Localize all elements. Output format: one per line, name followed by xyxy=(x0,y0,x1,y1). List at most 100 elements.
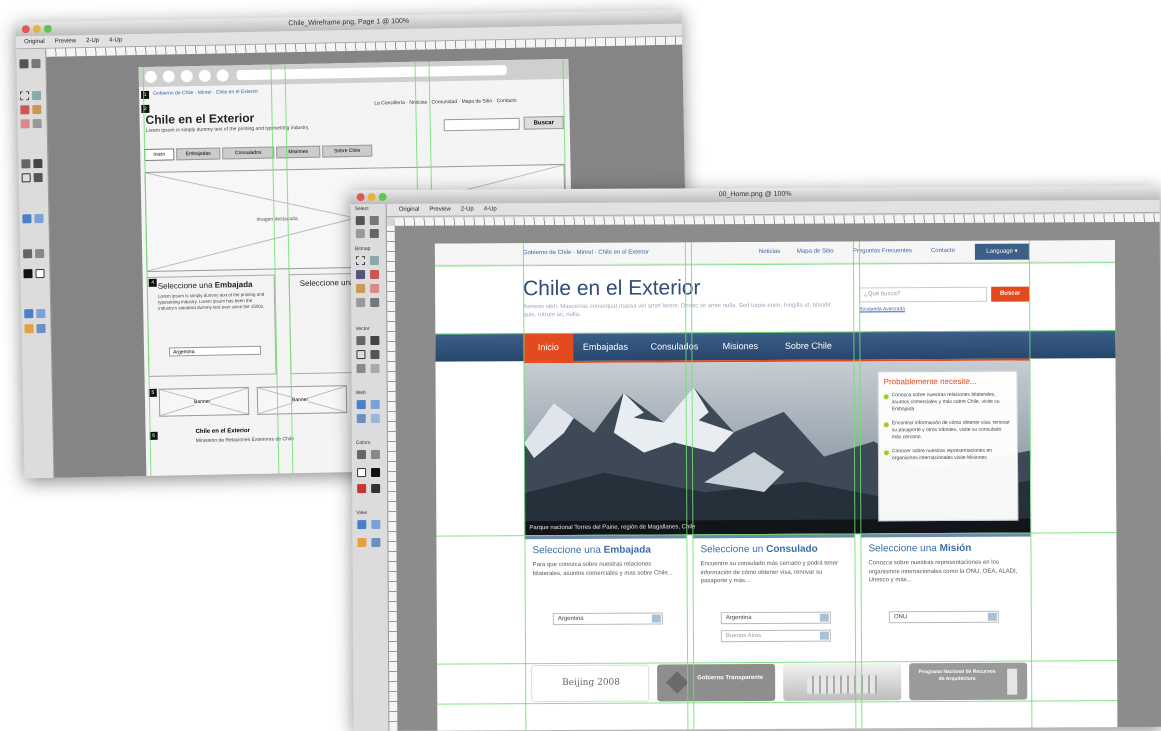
mockup-window: 00_Home.png @ 100% Original Preview 2-Up… xyxy=(350,185,1161,731)
news-link[interactable]: Noticias xyxy=(759,249,780,255)
4up-tab[interactable]: 4-Up xyxy=(109,37,122,43)
standard-mode-icon[interactable] xyxy=(357,520,367,530)
search-button[interactable]: Buscar xyxy=(991,286,1030,302)
subselect-tool-icon[interactable] xyxy=(369,215,379,226)
4up-tab[interactable]: 4-Up xyxy=(484,206,497,212)
line-tool-icon[interactable] xyxy=(21,159,31,169)
nav-sobre-chile[interactable]: Sobre Chile xyxy=(775,332,841,360)
lasso-tool-icon[interactable] xyxy=(369,255,379,266)
mission-card-text: Conozca sobre nuestras representaciones … xyxy=(868,559,1018,584)
minimize-window-button[interactable] xyxy=(32,24,41,34)
rectangle-tool-icon[interactable] xyxy=(21,173,31,183)
eraser-tool-icon[interactable] xyxy=(370,283,380,294)
gobierno-transparente-logo[interactable]: Gobierno Transparente xyxy=(657,663,776,702)
zoom-window-button[interactable] xyxy=(378,192,387,201)
rectangle-tool-icon[interactable] xyxy=(356,350,366,360)
needs-item: Encontrar información de cómo obtener vi… xyxy=(883,420,1012,442)
rubber-stamp-icon[interactable] xyxy=(370,297,380,308)
advanced-search-link[interactable]: Búsqueda Avanzada xyxy=(859,306,905,312)
stroke-color-swatch[interactable] xyxy=(23,269,33,279)
preview-tab[interactable]: Preview xyxy=(429,207,450,213)
paint-bucket-icon[interactable] xyxy=(35,248,45,259)
2up-tab[interactable]: 2-Up xyxy=(461,206,474,212)
pen-tool-icon[interactable] xyxy=(33,158,43,169)
full-screen-mode-icon[interactable] xyxy=(371,519,381,530)
pencil-tool-icon[interactable] xyxy=(32,104,42,115)
pencil-tool-icon[interactable] xyxy=(356,284,366,294)
2up-tab[interactable]: 2-Up xyxy=(86,38,99,44)
zoom-tool-icon[interactable] xyxy=(36,323,46,334)
wf-select: Argentina xyxy=(168,345,262,357)
zoom-tool-icon[interactable] xyxy=(371,537,381,548)
slice-tool-icon[interactable] xyxy=(34,213,44,224)
show-slices-icon[interactable] xyxy=(370,413,380,424)
text-tool-icon[interactable] xyxy=(33,172,43,183)
subselect-tool-icon[interactable] xyxy=(31,58,41,69)
sitemap-link[interactable]: Mapa de Sitio xyxy=(797,249,834,255)
consulate-country-select[interactable]: Argentina xyxy=(720,611,831,625)
swap-colors-icon[interactable] xyxy=(357,484,367,494)
zoom-window-button[interactable] xyxy=(43,24,52,33)
knife-tool-icon[interactable] xyxy=(370,363,380,374)
programa-nacional-logo[interactable]: Programa Nacional de Recursos de Arquite… xyxy=(909,662,1028,701)
freeform-tool-icon[interactable] xyxy=(356,364,366,374)
pointer-tool-icon[interactable] xyxy=(355,216,365,226)
nav-consulados[interactable]: Consulados xyxy=(641,332,707,360)
marquee-tool-icon[interactable] xyxy=(355,256,365,266)
nav-embajadas[interactable]: Embajadas xyxy=(575,333,635,361)
beijing-2008-logo[interactable]: Beijing 2008 xyxy=(531,664,650,703)
original-tab[interactable]: Original xyxy=(24,39,45,45)
eraser-tool-icon[interactable] xyxy=(20,119,30,129)
paint-bucket-icon[interactable] xyxy=(370,449,380,460)
preview-tab[interactable]: Preview xyxy=(55,38,76,44)
embassy-select[interactable]: Argentina xyxy=(552,612,663,626)
nav-misiones[interactable]: Misiones xyxy=(713,332,767,360)
chevron-down-icon xyxy=(819,613,829,622)
fill-color-swatch[interactable] xyxy=(35,268,45,279)
building-photo-logo[interactable] xyxy=(783,663,902,701)
wf-search-input xyxy=(443,117,520,132)
eyedropper-tool-icon[interactable] xyxy=(23,249,33,259)
marquee-tool-icon[interactable] xyxy=(20,91,30,101)
hand-tool-icon[interactable] xyxy=(24,324,34,334)
pointer-tool-icon[interactable] xyxy=(19,59,29,69)
lasso-tool-icon[interactable] xyxy=(32,90,42,101)
nav-inicio[interactable]: Inicio xyxy=(523,332,574,362)
breadcrumb[interactable]: Gobierno de Chile · Minrel · Chile en el… xyxy=(523,250,649,257)
original-tab[interactable]: Original xyxy=(399,207,420,213)
line-tool-icon[interactable] xyxy=(356,336,366,346)
mission-select[interactable]: ONU xyxy=(888,610,999,624)
consulate-city-select[interactable]: Buenos Aires xyxy=(720,629,831,643)
blur-tool-icon[interactable] xyxy=(32,118,42,129)
eyedropper-tool-icon[interactable] xyxy=(356,450,366,460)
pen-tool-icon[interactable] xyxy=(370,335,380,346)
minimize-window-button[interactable] xyxy=(367,192,376,202)
blur-tool-icon[interactable] xyxy=(356,298,366,308)
brush-tool-icon[interactable] xyxy=(20,105,30,115)
close-window-button[interactable] xyxy=(356,193,365,202)
brush-tool-icon[interactable] xyxy=(370,269,380,280)
hand-tool-icon[interactable] xyxy=(357,538,367,548)
stroke-color-swatch[interactable] xyxy=(357,468,367,478)
embassy-card-title: Seleccione una Embajada xyxy=(532,544,651,557)
wf-tab-inicio: Inicio xyxy=(144,148,175,161)
close-window-button[interactable] xyxy=(21,25,30,34)
text-tool-icon[interactable] xyxy=(370,349,380,360)
contact-link[interactable]: Contacto xyxy=(931,248,955,254)
reload-circle-icon xyxy=(180,70,193,83)
consulate-card-title: Seleccione un Consulado xyxy=(700,543,818,556)
fill-color-swatch[interactable] xyxy=(371,467,381,478)
hotspot-tool-icon[interactable] xyxy=(22,214,32,224)
hide-slices-icon[interactable] xyxy=(356,414,366,424)
scale-tool-icon[interactable] xyxy=(355,229,365,239)
full-screen-mode-icon[interactable] xyxy=(36,308,46,319)
magic-wand-icon[interactable] xyxy=(356,270,366,280)
standard-mode-icon[interactable] xyxy=(24,309,34,319)
search-input[interactable]: ¿Qué busca? xyxy=(859,286,988,303)
crop-tool-icon[interactable] xyxy=(369,228,379,239)
language-button[interactable]: Language ▾ xyxy=(974,243,1029,260)
default-colors-icon[interactable] xyxy=(371,483,381,494)
slice-tool-icon[interactable] xyxy=(370,399,380,410)
faq-link[interactable]: Preguntas Frecuentes xyxy=(853,248,912,254)
hotspot-tool-icon[interactable] xyxy=(356,400,366,410)
